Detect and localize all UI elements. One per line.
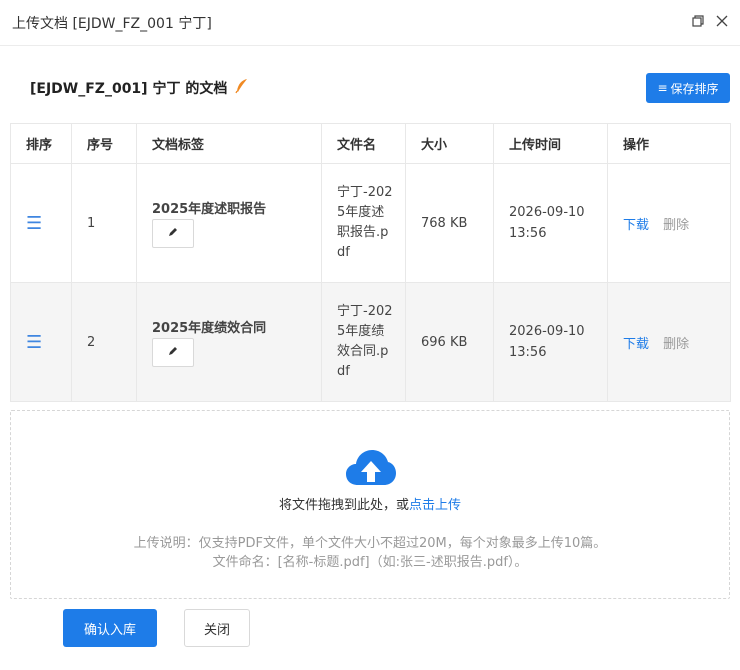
file-size: 696 KB bbox=[405, 282, 494, 402]
column-header-actions: 操作 bbox=[607, 123, 731, 164]
column-header-label: 文档标签 bbox=[136, 123, 322, 164]
table-header-row: 排序 序号 文档标签 文件名 大小 上传时间 操作 bbox=[10, 123, 731, 164]
file-size: 768 KB bbox=[405, 163, 494, 283]
upload-time: 2026-09-10 13:56 bbox=[509, 324, 585, 360]
dialog-title: 上传文档 [EJDW_FZ_001 宁丁] bbox=[12, 16, 212, 32]
column-header-filename: 文件名 bbox=[321, 123, 406, 164]
dialog-titlebar: 上传文档 [EJDW_FZ_001 宁丁] bbox=[0, 0, 740, 46]
download-link[interactable]: 下载 bbox=[623, 337, 649, 352]
delete-link[interactable]: 删除 bbox=[663, 337, 689, 352]
pencil-icon bbox=[167, 345, 179, 361]
close-icon[interactable] bbox=[715, 14, 731, 30]
row-index: 1 bbox=[71, 163, 137, 283]
document-owner-heading: [EJDW_FZ_001] 宁丁 的文档 bbox=[30, 78, 249, 98]
page-title: [EJDW_FZ_001] 宁丁 的文档 bbox=[30, 81, 228, 97]
file-name: 宁丁-2025年度述职报告.pdf bbox=[337, 185, 393, 260]
column-header-uploaded: 上传时间 bbox=[493, 123, 608, 164]
list-icon: ≡ bbox=[657, 81, 668, 95]
restore-icon[interactable] bbox=[691, 14, 707, 30]
column-header-index: 序号 bbox=[71, 123, 137, 164]
save-order-label: 保存排序 bbox=[670, 81, 719, 96]
cloud-upload-icon bbox=[345, 449, 397, 491]
upload-prompt-text: 将文件拖拽到此处，或 bbox=[278, 498, 409, 513]
upload-hint-naming: 文件命名：[名称-标题.pdf]（如:张三-述职报告.pdf）。 bbox=[212, 555, 528, 570]
close-button[interactable]: 关闭 bbox=[184, 609, 250, 647]
upload-prompt: 将文件拖拽到此处，或点击上传 bbox=[11, 494, 729, 513]
pencil-icon bbox=[167, 226, 179, 242]
column-header-size: 大小 bbox=[405, 123, 494, 164]
table-row: ☰ 1 2025年度述职报告 宁丁-2025年度述职报告.pdf 768 KB … bbox=[10, 163, 731, 283]
upload-dropzone[interactable]: 将文件拖拽到此处，或点击上传 上传说明：仅支持PDF文件，单个文件大小不超过20… bbox=[10, 410, 730, 599]
document-label: 2025年度述职报告 bbox=[152, 202, 267, 217]
drag-handle-icon[interactable]: ☰ bbox=[26, 332, 42, 353]
confirm-import-button[interactable]: 确认入库 bbox=[63, 609, 157, 647]
click-upload-link[interactable]: 点击上传 bbox=[409, 498, 461, 513]
row-index: 2 bbox=[71, 282, 137, 402]
edit-label-button[interactable] bbox=[152, 338, 194, 367]
documents-table: 排序 序号 文档标签 文件名 大小 上传时间 操作 ☰ 1 2025年度述职报告… bbox=[10, 123, 731, 402]
upload-time: 2026-09-10 13:56 bbox=[509, 205, 585, 241]
edit-label-button[interactable] bbox=[152, 219, 194, 248]
table-row: ☰ 2 2025年度绩效合同 宁丁-2025年度绩效合同.pdf 696 KB … bbox=[10, 282, 731, 402]
file-name: 宁丁-2025年度绩效合同.pdf bbox=[337, 304, 393, 379]
column-header-sort: 排序 bbox=[10, 123, 72, 164]
download-link[interactable]: 下载 bbox=[623, 218, 649, 233]
drag-handle-icon[interactable]: ☰ bbox=[26, 213, 42, 234]
upload-hint-rules: 上传说明：仅支持PDF文件，单个文件大小不超过20M，每个对象最多上传10篇。 bbox=[133, 536, 607, 551]
document-label: 2025年度绩效合同 bbox=[152, 321, 267, 336]
save-order-button[interactable]: ≡ 保存排序 bbox=[646, 73, 730, 103]
feather-icon bbox=[235, 78, 249, 98]
delete-link[interactable]: 删除 bbox=[663, 218, 689, 233]
